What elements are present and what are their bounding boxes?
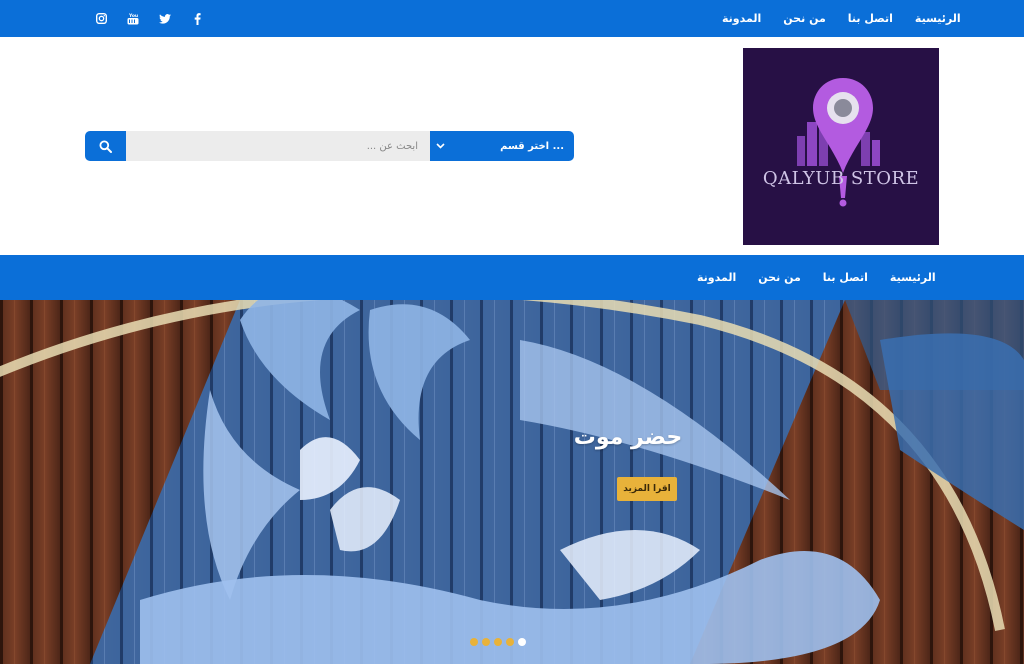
slider-dot-2[interactable] — [482, 638, 490, 646]
site-logo[interactable]: QALYUB STORE — [743, 48, 939, 245]
category-select[interactable]: اختر قسم ... — [430, 131, 574, 161]
nav-item-contact[interactable]: اتصل بنا — [823, 271, 868, 284]
nav-item-blog[interactable]: المدونة — [697, 271, 736, 284]
twitter-icon[interactable] — [158, 12, 172, 26]
top-menu-home[interactable]: الرئيسية — [915, 12, 961, 25]
category-select-label: اختر قسم ... — [500, 140, 564, 152]
chevron-down-icon — [436, 143, 445, 149]
slider-pagination — [470, 638, 526, 646]
svg-text:You: You — [128, 13, 138, 19]
slide-title: حضر موت — [573, 425, 683, 450]
logo-text: QALYUB STORE — [762, 168, 920, 189]
slider-dot-3[interactable] — [494, 638, 502, 646]
search-input[interactable] — [126, 131, 430, 161]
site-header: اختر قسم ... QALYUB STORE — [0, 37, 1024, 255]
slider-dot-4[interactable] — [506, 638, 514, 646]
location-pin-icon — [797, 78, 880, 207]
youtube-icon[interactable]: You — [126, 12, 140, 26]
search-button[interactable] — [85, 131, 126, 161]
read-more-button[interactable]: اقرا المزيد — [617, 477, 677, 501]
nav-item-about[interactable]: من نحن — [758, 271, 801, 284]
slider-dot-1[interactable] — [470, 638, 478, 646]
top-menu-blog[interactable]: المدونة — [722, 12, 761, 25]
social-links: You — [94, 0, 204, 37]
hero-background-image — [0, 300, 1024, 664]
slider-dot-5[interactable] — [518, 638, 526, 646]
search-icon — [99, 140, 112, 153]
instagram-icon[interactable] — [94, 12, 108, 26]
top-bar: You المدونة من نحن اتصل بنا الرئيسية — [0, 0, 1024, 37]
main-menu: المدونة من نحن اتصل بنا الرئيسية — [697, 255, 936, 300]
top-menu-about[interactable]: من نحن — [783, 12, 826, 25]
main-nav: المدونة من نحن اتصل بنا الرئيسية — [0, 255, 1024, 300]
hero-slider: حضر موت اقرا المزيد — [0, 300, 1024, 664]
search-bar: اختر قسم ... — [85, 131, 574, 161]
facebook-icon[interactable] — [190, 12, 204, 26]
top-menu-contact[interactable]: اتصل بنا — [848, 12, 893, 25]
top-menu: المدونة من نحن اتصل بنا الرئيسية — [722, 0, 961, 37]
nav-item-home[interactable]: الرئيسية — [890, 271, 936, 284]
